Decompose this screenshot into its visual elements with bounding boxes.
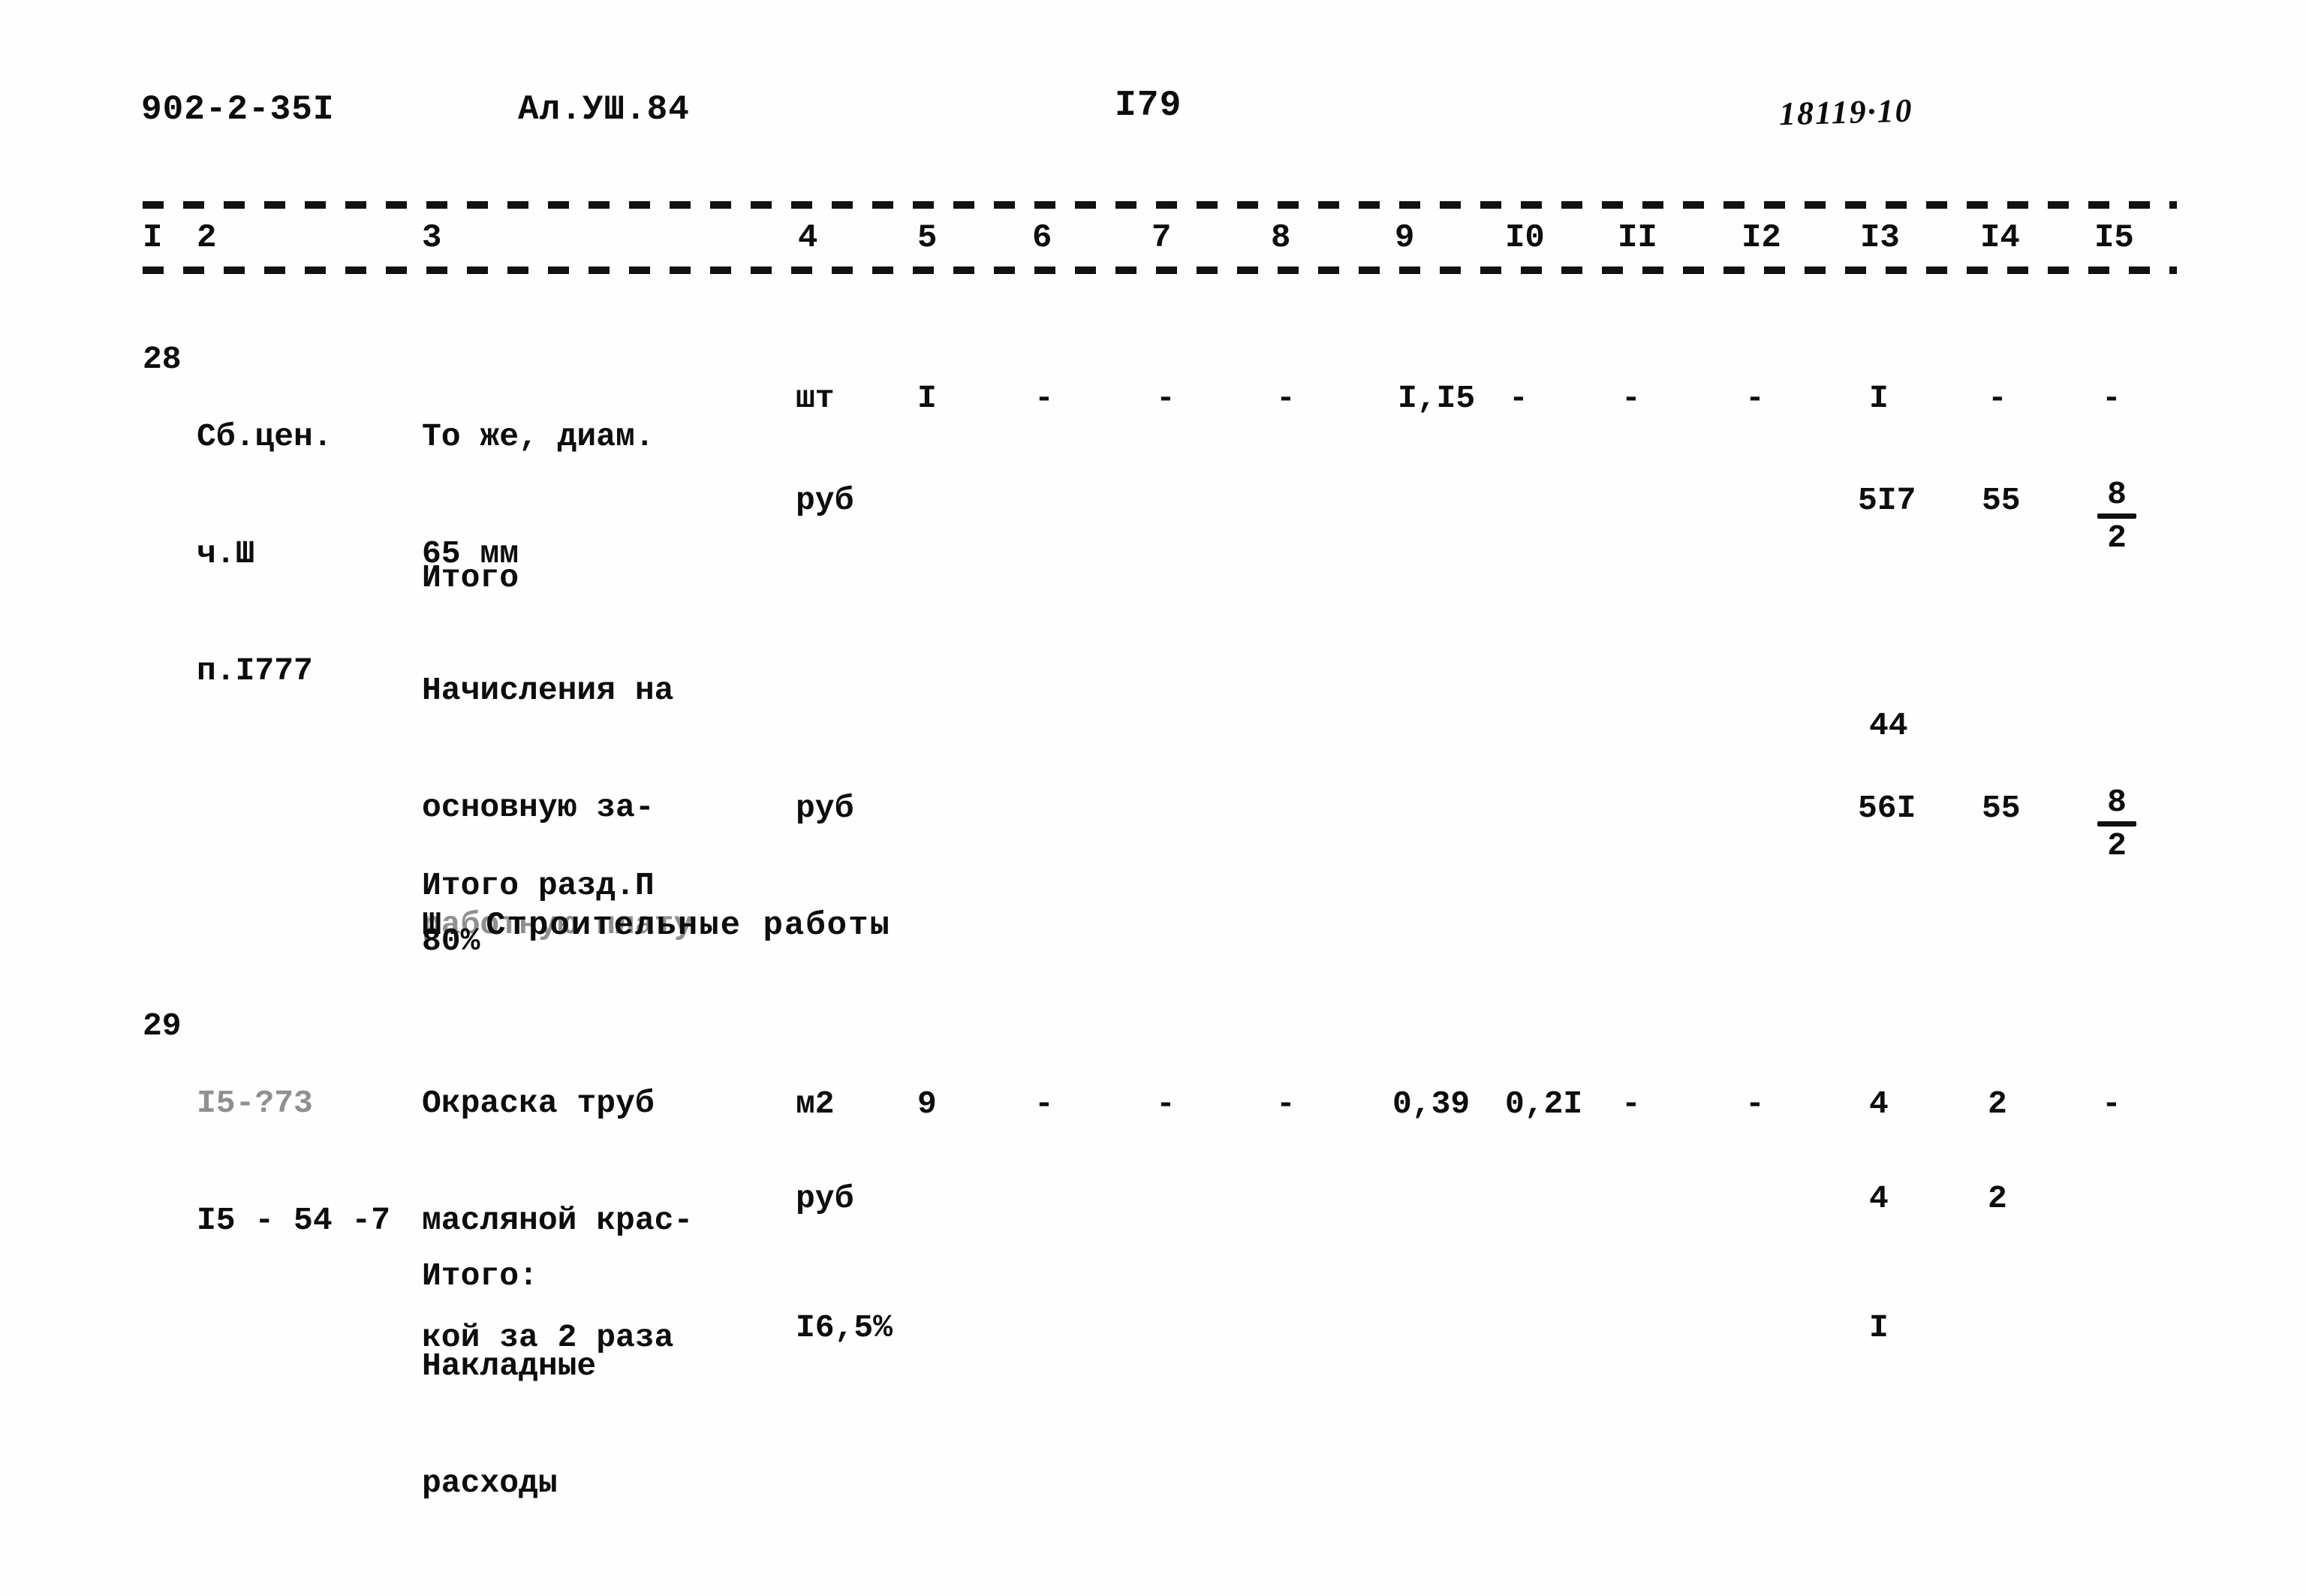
column-header-10: I0 [1505, 219, 1545, 257]
handwritten-stamp: 18119·10 [1778, 92, 1914, 133]
row-value-13: 44 [1869, 707, 1908, 744]
row-value-9: 0,39 [1392, 1086, 1471, 1122]
row-value-15-fraction: 8 2 [2094, 477, 2139, 556]
row-value-6: - [1034, 380, 1054, 417]
row-value-13: 4 [1869, 1180, 1889, 1217]
row-code-line: I5 - 54 -7 [197, 1202, 391, 1239]
row-unit: руб [796, 790, 854, 827]
row-value-7: - [1156, 1086, 1176, 1122]
row-description: Накладные расходы [422, 1269, 596, 1581]
column-header-8: 8 [1271, 219, 1291, 257]
row-description-line: Окраска труб [422, 1085, 655, 1122]
row-value-15: - [2102, 1086, 2121, 1122]
row-value-15-fraction: 8 2 [2094, 785, 2139, 863]
fraction-bar [2097, 513, 2136, 519]
row-code-line: I5-?73 [197, 1085, 313, 1122]
column-header-2: 2 [197, 219, 217, 257]
row-value-6: - [1034, 1086, 1054, 1122]
row-value-13: 4 [1869, 1086, 1889, 1122]
row-value-14: 55 [1982, 482, 2021, 519]
row-value-5: I [917, 380, 937, 417]
page-header: 902-2-35I Ал.УШ.84 I79 18119·10 [0, 86, 2306, 150]
row-value-11: - [1621, 1086, 1641, 1122]
column-header-6: 6 [1032, 219, 1052, 257]
fraction-bar [2097, 821, 2136, 827]
row-code-line: ч.Ш [197, 535, 255, 572]
row-value-11: - [1621, 380, 1641, 417]
fraction-denominator: 2 [2107, 827, 2127, 864]
column-header-12: I2 [1742, 219, 1781, 257]
row-value-8: - [1276, 380, 1296, 417]
row-unit: руб [796, 482, 854, 519]
document-page: 902-2-35I Ал.УШ.84 I79 18119·10 I 2 3 4 … [0, 0, 2306, 1596]
document-code: 902-2-35I [141, 90, 335, 129]
table-bottom-rule [143, 267, 2177, 274]
column-header-9: 9 [1395, 219, 1415, 257]
page-number: I79 [1115, 86, 1182, 126]
column-header-4: 4 [798, 219, 818, 257]
row-unit: руб [796, 1180, 854, 1217]
row-unit: м2 [796, 1086, 835, 1122]
column-number-row: I 2 3 4 5 6 7 8 9 I0 II I2 I3 I4 I5 [0, 219, 2306, 264]
row-value-8: - [1276, 1086, 1296, 1122]
row-value-7: - [1156, 380, 1176, 417]
row-number: 29 [143, 1007, 182, 1044]
column-header-7: 7 [1151, 219, 1172, 257]
section-heading: Ш. Строительные работы [422, 907, 891, 944]
row-value-14: 2 [1988, 1086, 2007, 1122]
row-description-line: Итого [422, 559, 519, 596]
row-unit: шт [796, 380, 835, 417]
row-value-14: 55 [1982, 790, 2021, 827]
column-header-5: 5 [917, 219, 938, 257]
row-description-line: расходы [422, 1465, 558, 1501]
column-header-14: I4 [1980, 219, 2020, 257]
fraction-numerator: 8 [2107, 784, 2127, 821]
row-description-line: Начисления на [422, 672, 674, 709]
table-top-rule [143, 201, 2177, 209]
row-value-14: - [1988, 380, 2007, 417]
row-number: 28 [143, 341, 182, 378]
row-description-line: Накладные [422, 1348, 597, 1384]
column-header-13: I3 [1860, 219, 1900, 257]
row-value-10: - [1509, 380, 1528, 417]
row-code-line: п.I777 [197, 652, 313, 689]
row-value-13: I [1869, 1309, 1889, 1346]
row-value-5: 9 [917, 1086, 937, 1122]
row-description: Итого разд.П [422, 788, 655, 983]
column-header-11: II [1618, 219, 1657, 257]
column-header-1: I [143, 219, 163, 257]
row-value-12: - [1745, 380, 1765, 417]
column-header-3: 3 [422, 219, 442, 257]
row-value-13: 5I7 [1858, 482, 1916, 519]
row-value-14: 2 [1988, 1180, 2007, 1217]
fraction-denominator: 2 [2107, 519, 2127, 556]
row-description-line: То же, диам. [422, 418, 655, 455]
row-code: Сб.цен. ч.Ш п.I777 [197, 339, 333, 769]
row-code-line: Сб.цен. [197, 418, 333, 455]
row-value-13: 56I [1858, 790, 1916, 827]
row-description-line: Итого разд.П [422, 867, 655, 904]
row-value-13: I [1869, 380, 1889, 417]
row-value-9: I,I5 [1398, 380, 1476, 417]
fraction-numerator: 8 [2107, 476, 2127, 513]
column-header-15: I5 [2094, 219, 2134, 257]
row-value-10: 0,2I [1505, 1086, 1583, 1122]
row-unit: I6,5% [796, 1309, 893, 1346]
album-reference: Ал.УШ.84 [518, 90, 690, 129]
row-value-12: - [1745, 1086, 1765, 1122]
row-code: I5-?73 I5 - 54 -7 [197, 1006, 390, 1318]
row-value-15: - [2102, 380, 2121, 417]
